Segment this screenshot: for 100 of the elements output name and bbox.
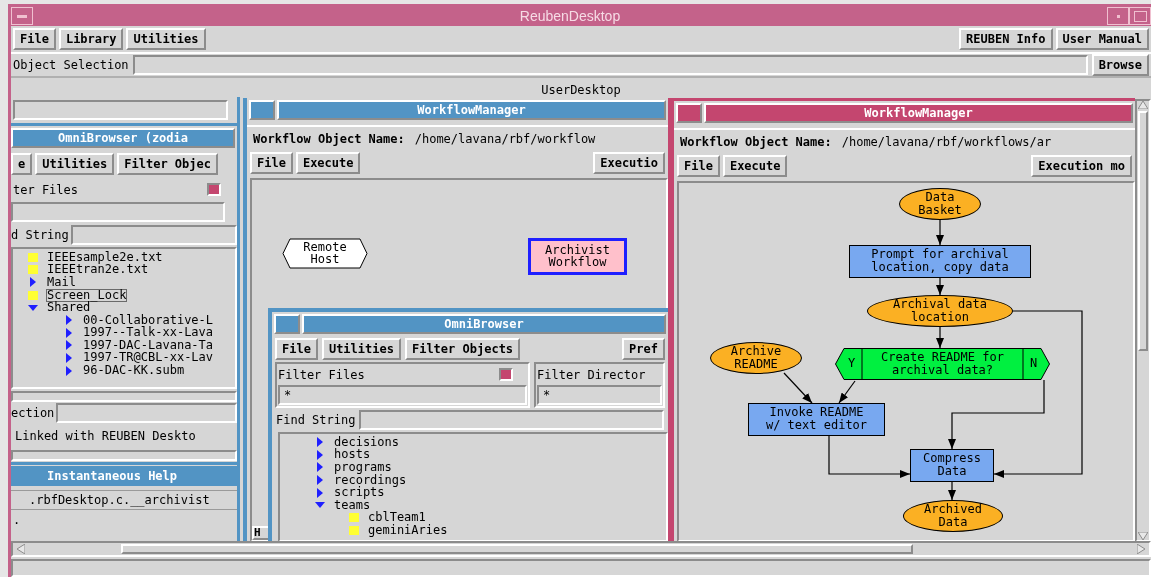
workflow-node[interactable]: Archivist Workflow (528, 237, 627, 275)
find-field[interactable] (70, 224, 237, 245)
selection-field[interactable] (56, 402, 237, 423)
connector-arrow (936, 326, 944, 349)
minimize-button[interactable] (1107, 7, 1129, 25)
task-node[interactable]: Compress Data (910, 448, 994, 482)
data-node[interactable]: Archived Data (903, 499, 1003, 532)
menu-button[interactable]: e (11, 152, 33, 175)
menu-button[interactable]: Execute (722, 154, 788, 177)
data-node[interactable]: Archival data location (867, 294, 1013, 327)
object-selection-field[interactable] (132, 54, 1088, 75)
checkbox[interactable] (499, 368, 513, 382)
checkbox[interactable] (207, 183, 221, 197)
window-title: WorkflowManager (704, 102, 1133, 123)
collapsed-triangle-icon[interactable] (317, 475, 323, 485)
menu-button[interactable]: Execution mo (1031, 154, 1132, 177)
task-node[interactable]: Prompt for archival location, copy data (849, 244, 1031, 278)
menu-button[interactable]: REUBEN Info (959, 27, 1053, 50)
collapsed-triangle-icon[interactable] (317, 449, 323, 460)
tree-item[interactable]: 96-DAC-KK.subm (82, 364, 186, 378)
collapsed-triangle-icon[interactable] (317, 462, 323, 473)
menu-button[interactable]: Executio (593, 151, 665, 174)
tree-item[interactable]: cblTeam1 (367, 511, 427, 525)
menu-button[interactable]: User Manual (1055, 27, 1149, 50)
right-arrow-icon[interactable] (1137, 544, 1145, 555)
collapsed-triangle-icon[interactable] (66, 340, 72, 351)
decision-node[interactable]: Y Create README for archival data? N (835, 347, 1050, 380)
maximize-button[interactable] (1129, 7, 1151, 25)
object-name-value: /home/lavana/rbf/workflows/ar (841, 133, 1052, 151)
tree-item[interactable]: scripts (333, 486, 386, 500)
tree-item[interactable]: 1997-TR@CBL-xx-Lav (82, 351, 215, 365)
menu-button[interactable]: File (275, 337, 318, 360)
object-selection-label: Object Selection (13, 56, 129, 74)
tree-item[interactable]: programs (333, 460, 393, 474)
left-arrow-icon[interactable] (17, 544, 25, 555)
horizontal-scrollbar[interactable] (11, 449, 237, 461)
desktop-label: UserDesktop (541, 82, 621, 97)
tree-item[interactable]: recordings (333, 473, 408, 487)
object-name-value: /home/lavana/rbf/workflow (414, 130, 596, 148)
tree-item[interactable]: geminiAries (367, 523, 449, 537)
menu-button[interactable]: Library (58, 27, 124, 50)
vertical-scrollbar[interactable] (1135, 98, 1151, 542)
window-menu-button[interactable] (11, 7, 33, 25)
tree-item[interactable]: 1997--Talk-xx-Lava (82, 326, 215, 340)
window-title: WorkflowManager (277, 99, 666, 120)
collapsed-triangle-icon[interactable] (66, 352, 72, 363)
desktop-field[interactable] (13, 99, 228, 120)
connector-arrow (838, 380, 856, 404)
collapsed-triangle-icon[interactable] (317, 437, 323, 448)
menu-button[interactable]: File (250, 151, 293, 174)
tree-item[interactable]: hosts (333, 448, 372, 462)
tree-item[interactable]: Screen_Lock (46, 288, 128, 302)
horizontal-scrollbar[interactable] (11, 541, 1151, 558)
collapsed-triangle-icon[interactable] (317, 487, 323, 498)
menu-button[interactable]: File (677, 154, 720, 177)
window-title: ReubenDesktop (518, 6, 622, 26)
menu-button[interactable]: Utilities (321, 337, 401, 360)
host-node[interactable]: Remote Host (282, 237, 368, 269)
filter-field[interactable]: * (278, 384, 527, 405)
help-text: .rbfDesktop.c.__archivist (11, 489, 237, 510)
connector-arrow (783, 372, 813, 404)
menu-button[interactable]: Filter Objects (404, 337, 521, 360)
up-arrow-icon[interactable] (1138, 100, 1148, 109)
filter-field[interactable]: * (537, 384, 662, 405)
data-node[interactable]: Data Basket (899, 187, 981, 220)
object-name-label: Workflow Object Name: (253, 130, 405, 148)
object-name-label: Workflow Object Name: (680, 133, 832, 151)
menu-button[interactable]: Utilities (35, 152, 115, 175)
filter-field[interactable] (11, 201, 225, 222)
menu-button[interactable]: Browse (1091, 53, 1149, 76)
horizontal-scrollbar[interactable] (11, 390, 237, 402)
collapsed-triangle-icon[interactable] (30, 277, 36, 288)
menu-button[interactable]: Utilities (126, 27, 206, 50)
data-node[interactable]: Archive README (710, 341, 802, 374)
find-field[interactable] (359, 409, 664, 430)
tree-item[interactable]: 00-Collaborative-L (82, 313, 215, 327)
tree-item[interactable]: decisions (333, 435, 401, 449)
task-node[interactable]: Invoke README w/ text editor (748, 402, 885, 436)
menu-button[interactable]: Execute (295, 151, 361, 174)
collapsed-triangle-icon[interactable] (66, 327, 72, 338)
down-arrow-icon[interactable] (1138, 531, 1148, 540)
menu-button[interactable]: File (13, 27, 56, 50)
expanded-triangle-icon[interactable] (315, 502, 325, 509)
file-icon (28, 290, 38, 300)
tree-item[interactable]: IEEEtran2e.txt (46, 263, 150, 277)
expanded-triangle-icon[interactable] (28, 304, 38, 311)
tree-item[interactable]: Mail (46, 275, 77, 289)
tree-item[interactable]: IEEEsample2e.txt (46, 250, 164, 264)
connector-arrow (936, 277, 944, 296)
collapsed-triangle-icon[interactable] (66, 315, 72, 326)
collapsed-triangle-icon[interactable] (66, 365, 72, 376)
tree-item[interactable]: 1997-DAC-Lavana-Ta (82, 338, 215, 352)
connector-arrow (948, 481, 956, 501)
tree-item[interactable]: Shared (46, 301, 92, 315)
filter-label: ter Files (12, 181, 80, 199)
tree-item[interactable]: teams (333, 498, 372, 512)
filter-label: Filter Director (537, 366, 646, 384)
menu-button[interactable]: Pref (622, 337, 665, 360)
window-title: OmniBrowser (zodia (11, 127, 235, 148)
menu-button[interactable]: Filter Objec (117, 152, 218, 175)
